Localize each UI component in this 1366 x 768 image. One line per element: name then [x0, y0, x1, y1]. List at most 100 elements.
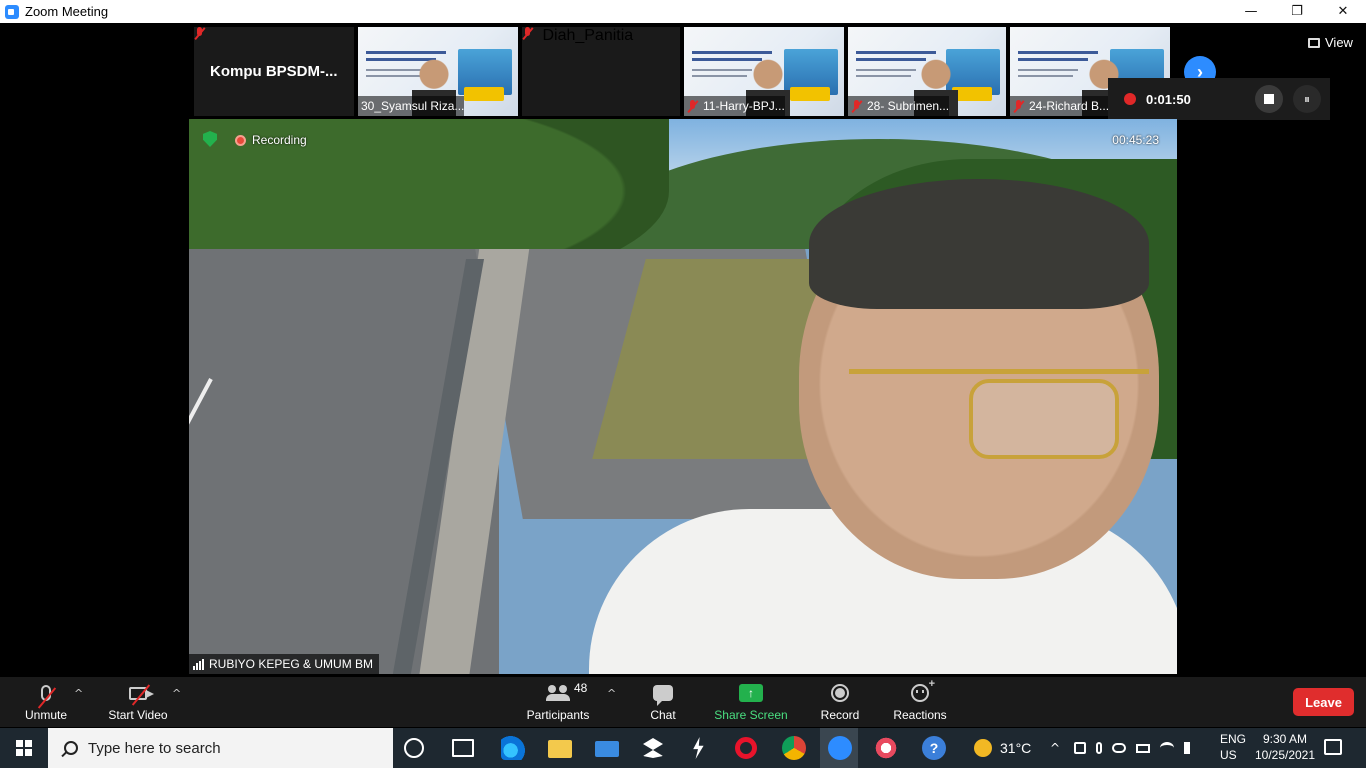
start-button[interactable]	[0, 728, 48, 768]
windows-logo-icon	[16, 740, 32, 756]
mail-icon[interactable]	[595, 741, 619, 757]
zoom-app-icon	[5, 4, 19, 19]
participant-thumbnail[interactable]: Diah_Panitia	[522, 27, 680, 116]
notification-center-icon[interactable]	[1324, 739, 1342, 755]
share-screen-label: Share Screen	[714, 708, 788, 722]
record-button[interactable]: Record	[818, 677, 862, 727]
chrome-browser-icon[interactable]	[782, 736, 806, 760]
recording-dot-icon	[1124, 93, 1136, 105]
recording-elapsed: 0:01:50	[1146, 91, 1191, 107]
reactions-icon	[911, 678, 935, 702]
volume-icon[interactable]	[1184, 742, 1196, 754]
bolt-app-icon[interactable]	[693, 737, 704, 759]
meeting-controls: Unmute ^ Start Video ^ Participants 48 ^…	[0, 677, 1366, 727]
window-controls: — ❐ ✕	[1228, 0, 1366, 23]
sun-weather-icon	[974, 739, 992, 757]
view-label: View	[1325, 35, 1353, 50]
signal-strength-icon	[193, 658, 204, 670]
chat-label: Chat	[650, 708, 676, 722]
pause-recording-button[interactable]: ⏸	[1293, 85, 1321, 113]
speaker-name-label: RUBIYO KEPEG & UMUM BM	[189, 654, 380, 674]
close-button[interactable]: ✕	[1320, 0, 1366, 23]
edge-browser-icon[interactable]	[501, 736, 525, 760]
reactions-button[interactable]: Reactions	[893, 677, 947, 727]
cortana-icon[interactable]	[404, 738, 424, 758]
self-name: Kompu BPSDM-...	[210, 63, 338, 80]
zoom-app-icon	[828, 736, 852, 760]
thumbnail-label: 24-Richard B...	[1010, 96, 1110, 116]
microphone-tray-icon[interactable]	[1096, 742, 1102, 754]
muted-mic-icon	[522, 27, 533, 40]
participants-count: 48	[574, 681, 588, 695]
video-camera-icon	[129, 683, 154, 706]
muted-mic-icon	[194, 27, 205, 40]
thumbnail-label: Diah_Panitia	[522, 27, 680, 45]
taskbar-search-box[interactable]: Type here to search	[48, 728, 393, 768]
chat-button[interactable]: Chat	[643, 677, 683, 727]
search-icon	[64, 741, 78, 755]
help-icon[interactable]: ?	[922, 736, 946, 760]
muted-mic-icon	[687, 99, 698, 113]
taskbar-clock[interactable]: 9:30 AM 10/25/2021	[1250, 731, 1320, 763]
stop-recording-button[interactable]	[1255, 85, 1283, 113]
language-indicator[interactable]: ENG US	[1220, 731, 1246, 763]
system-tray-icons	[1074, 728, 1196, 768]
wifi-icon[interactable]	[1160, 742, 1174, 754]
search-placeholder: Type here to search	[88, 739, 221, 757]
participant-name: 24-Richard B...	[1029, 99, 1110, 113]
clock-date: 10/25/2021	[1254, 748, 1316, 762]
participant-thumbnail[interactable]: 28- Subrimen...	[848, 27, 1006, 116]
camera-tray-icon[interactable]	[1074, 742, 1086, 754]
participant-thumbnail[interactable]: 11-Harry-BPJ...	[684, 27, 844, 116]
minimize-button[interactable]: —	[1228, 0, 1274, 23]
participant-name: 11-Harry-BPJ...	[703, 99, 785, 113]
participants-options-chevron-icon[interactable]: ^	[607, 687, 616, 700]
participants-icon	[546, 685, 570, 701]
start-video-button[interactable]: Start Video	[106, 677, 170, 727]
start-video-label: Start Video	[108, 708, 168, 722]
weather-widget[interactable]: 31°C	[974, 728, 1031, 768]
leave-button[interactable]: Leave	[1293, 688, 1354, 716]
muted-mic-icon	[1013, 99, 1024, 113]
muted-mic-icon	[851, 99, 862, 113]
self-thumbnail[interactable]: Kompu BPSDM-...	[194, 27, 354, 116]
share-screen-button[interactable]: ↑ Share Screen	[714, 677, 788, 727]
recording-dot-icon	[235, 134, 246, 146]
file-explorer-icon[interactable]	[548, 740, 572, 758]
recording-label: Recording	[252, 133, 307, 147]
title-bar: Zoom Meeting — ❐ ✕	[0, 0, 1366, 23]
share-screen-icon: ↑	[739, 684, 763, 702]
cloud-tray-icon[interactable]	[1112, 743, 1126, 753]
participant-name: 28- Subrimen...	[867, 99, 950, 113]
video-options-chevron-icon[interactable]: ^	[172, 687, 181, 700]
unmute-button[interactable]: Unmute	[22, 677, 70, 727]
thumbnail-label: 28- Subrimen...	[848, 96, 950, 116]
reactions-label: Reactions	[893, 708, 947, 722]
audio-options-chevron-icon[interactable]: ^	[74, 687, 83, 700]
view-button[interactable]: View	[1308, 35, 1353, 50]
speaker-figure	[589, 179, 1177, 674]
task-view-icon[interactable]	[452, 739, 474, 757]
language-code: ENG	[1220, 732, 1247, 746]
meeting-area: Kompu BPSDM-... 30_Syamsul Riza... Diah_…	[0, 23, 1366, 677]
opera-browser-icon[interactable]	[735, 737, 757, 759]
windows-taskbar: Type here to search ? 31°C ^ ENG US 9:30…	[0, 728, 1366, 768]
thumbnail-label: 30_Syamsul Riza...	[358, 96, 465, 116]
participant-thumbnail[interactable]: 30_Syamsul Riza...	[358, 27, 518, 116]
recording-indicator: Recording	[235, 133, 307, 147]
maximize-button[interactable]: ❐	[1274, 0, 1320, 23]
battery-icon[interactable]	[1136, 743, 1150, 753]
network-monitor-icon[interactable]	[874, 736, 898, 760]
chat-icon	[653, 685, 673, 706]
show-hidden-icons-chevron-icon[interactable]: ^	[1050, 728, 1060, 768]
participants-label: Participants	[526, 708, 590, 722]
keyboard-region: US	[1220, 748, 1237, 762]
recording-panel: 0:01:50 ⏸	[1108, 78, 1330, 120]
thumbnail-label: 11-Harry-BPJ...	[684, 96, 785, 116]
clock-time: 9:30 AM	[1262, 732, 1308, 746]
microphone-icon	[37, 685, 57, 709]
record-icon	[831, 684, 849, 702]
meeting-timer: 00:45:23	[1112, 133, 1159, 147]
temperature: 31°C	[1000, 740, 1032, 756]
dropbox-icon[interactable]	[643, 738, 663, 758]
